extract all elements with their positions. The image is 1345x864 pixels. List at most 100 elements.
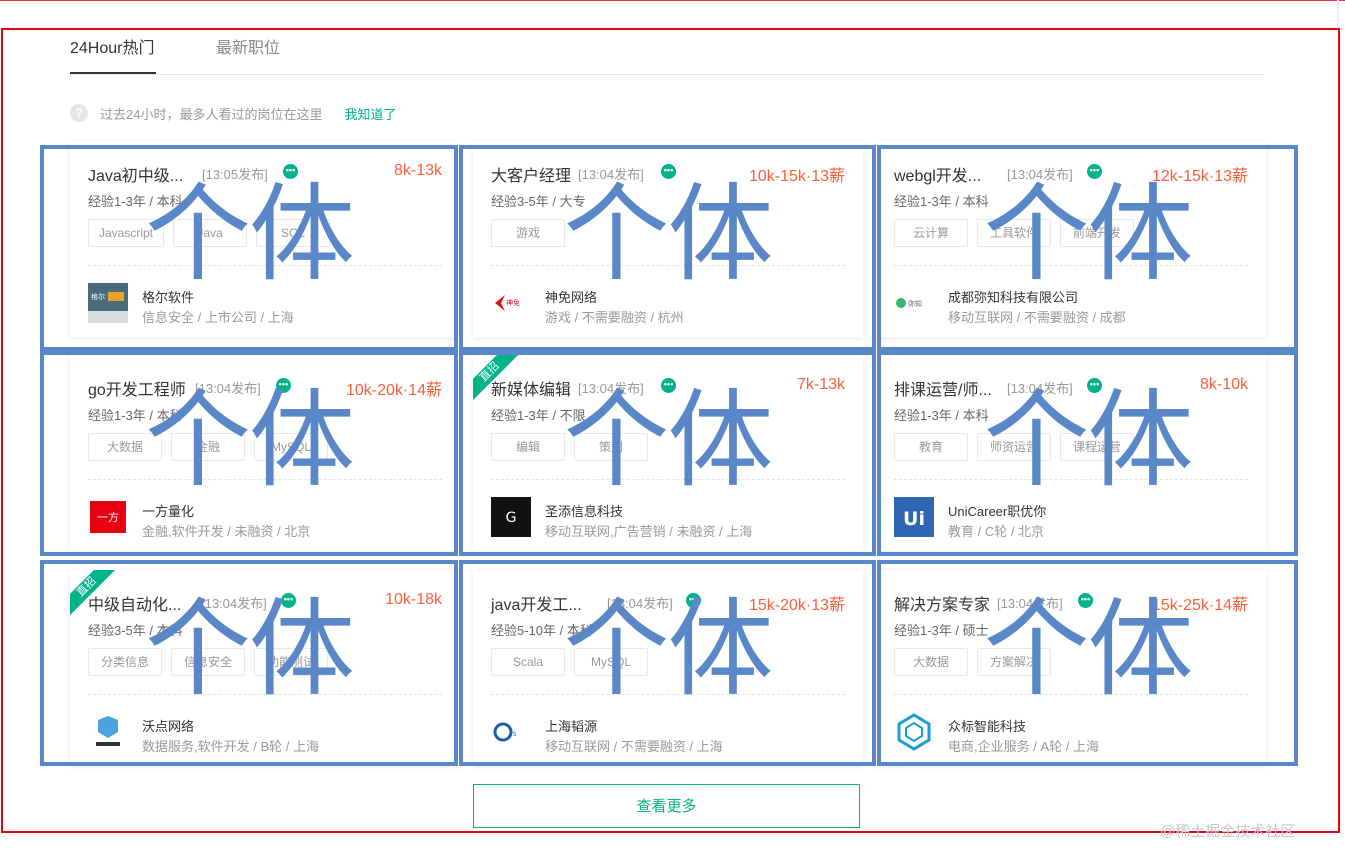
company-name[interactable]: 圣添信息科技 [545, 501, 623, 520]
job-title-row: 排课运营/师... [13:04发布] ••• 8k-10k [894, 376, 1248, 400]
got-it-link[interactable]: 我知道了 [344, 104, 396, 123]
company-logo[interactable]: G [491, 497, 531, 537]
job-title[interactable]: webgl开发... [894, 162, 981, 186]
job-tag: 课程运营 [1060, 433, 1134, 461]
chat-icon[interactable]: ••• [283, 164, 298, 179]
company-info: 电商,企业服务 / A轮 / 上海 [948, 739, 1099, 754]
chat-icon[interactable]: ••• [281, 593, 296, 608]
chat-icon[interactable]: ••• [1087, 164, 1102, 179]
tip-text: 过去24小时，最多人看过的岗位在这里 [100, 106, 323, 122]
job-title-row: webgl开发... [13:04发布] ••• 12k-15k·13薪 [894, 162, 1248, 186]
company-name[interactable]: 神免网络 [545, 287, 597, 306]
job-requirements: 经验1-3年 / 不限 [491, 408, 586, 423]
view-more-button[interactable]: 查看更多 [473, 784, 860, 828]
tab-24hour-hot[interactable]: 24Hour热门 [70, 38, 157, 74]
tip-bar: ? 过去24小时，最多人看过的岗位在这里 我知道了 [70, 103, 396, 123]
divider [88, 479, 442, 480]
job-card[interactable]: 解决方案专家 [13:04发布] ••• 15k-25k·14薪 经验1-3年 … [876, 570, 1266, 766]
chat-icon[interactable]: ••• [1087, 378, 1102, 393]
job-tag: 云计算 [894, 219, 968, 247]
job-card[interactable]: Java初中级... [13:05发布] ••• 8k-13k 经验1-3年 /… [70, 141, 460, 337]
job-title-row: 解决方案专家 [13:04发布] ••• 15k-25k·14薪 [894, 591, 1248, 615]
company-name[interactable]: UniCareer职优你 [948, 501, 1046, 520]
job-title-row: 中级自动化... [13:04发布] ••• 10k-18k [88, 591, 442, 615]
job-tags: Scala MySQL [491, 648, 648, 676]
svg-text:一方: 一方 [97, 510, 119, 524]
publish-time: [13:04发布] [578, 167, 644, 182]
publish-time: [13:04发布] [195, 381, 261, 396]
salary: 7k-13k [796, 376, 845, 393]
company-info: 金融,软件开发 / 未融资 / 北京 [142, 524, 311, 539]
job-title[interactable]: 排课运营/师... [894, 376, 992, 400]
salary: 12k-15k·13薪 [1151, 168, 1248, 185]
company-name[interactable]: 成都弥知科技有限公司 [948, 287, 1078, 306]
job-title[interactable]: 大客户经理 [491, 162, 571, 186]
job-tag: 游戏 [491, 219, 565, 247]
company-logo[interactable]: 一方 [88, 497, 128, 537]
company-logo[interactable] [894, 712, 934, 752]
company-logo[interactable] [88, 712, 128, 752]
divider [491, 479, 845, 480]
salary: 15k-25k·14薪 [1151, 597, 1248, 614]
divider [491, 265, 845, 266]
company-name[interactable]: 沃点网络 [142, 716, 194, 735]
company-logo[interactable]: 格尔 [88, 283, 128, 323]
salary: 10k-18k [385, 591, 442, 608]
job-card[interactable]: 直招 中级自动化... [13:04发布] ••• 10k-18k 经验3-5年… [70, 570, 460, 766]
job-requirements: 经验1-3年 / 本科 [88, 194, 183, 209]
salary: 15k-20k·13薪 [748, 597, 845, 614]
job-tags: 教育 师资运营 课程运营 [894, 433, 1134, 461]
job-tag: MySQL [574, 648, 648, 676]
job-tag: 分类信息 [88, 648, 162, 676]
company-name[interactable]: 格尔软件 [142, 287, 194, 306]
publish-time: [13:04发布] [607, 596, 673, 611]
publish-time: [13:04发布] [1007, 381, 1073, 396]
job-title-row: 大客户经理 [13:04发布] ••• 10k-15k·13薪 [491, 162, 845, 186]
company-info: 游戏 / 不需要融资 / 杭州 [545, 310, 684, 325]
job-requirements: 经验1-3年 / 本科 [894, 408, 989, 423]
svg-text:神免: 神免 [506, 298, 520, 307]
company-logo[interactable]: Ui [894, 497, 934, 537]
divider [88, 694, 442, 695]
job-title[interactable]: 解决方案专家 [894, 591, 990, 615]
job-title[interactable]: 新媒体编辑 [491, 376, 571, 400]
job-card[interactable]: 大客户经理 [13:04发布] ••• 10k-15k·13薪 经验3-5年 /… [473, 141, 863, 337]
job-card[interactable]: 排课运营/师... [13:04发布] ••• 8k-10k 经验1-3年 / … [876, 355, 1266, 551]
job-card[interactable]: 直招 新媒体编辑 [13:04发布] ••• 7k-13k 经验1-3年 / 不… [473, 355, 863, 551]
job-tag: Java [173, 219, 248, 247]
chat-icon[interactable]: ••• [661, 378, 676, 393]
job-title-row: java开发工... [13:04发布] ••• 15k-20k·13薪 [491, 591, 845, 615]
job-title[interactable]: Java初中级... [88, 162, 183, 186]
company-logo[interactable]: eS [491, 712, 531, 752]
chat-icon[interactable]: ••• [661, 164, 676, 179]
job-tag: 师资运营 [977, 433, 1051, 461]
chat-icon[interactable]: ••• [686, 593, 701, 608]
company-name[interactable]: 上海韬源 [545, 716, 597, 735]
job-title[interactable]: 中级自动化... [88, 591, 181, 615]
svg-text:G: G [506, 510, 517, 526]
company-logo[interactable]: 弥知 [894, 283, 934, 323]
job-tag: 信息安全 [171, 648, 245, 676]
company-info: 信息安全 / 上市公司 / 上海 [142, 310, 294, 325]
job-title[interactable]: java开发工... [491, 591, 582, 615]
chat-icon[interactable]: ••• [276, 378, 291, 393]
job-tag: 教育 [894, 433, 968, 461]
job-card[interactable]: go开发工程师 [13:04发布] ••• 10k-20k·14薪 经验1-3年… [70, 355, 460, 551]
company-name[interactable]: 一方量化 [142, 501, 194, 520]
tab-latest-jobs[interactable]: 最新职位 [216, 38, 280, 72]
svg-text:Ui: Ui [903, 508, 925, 530]
divider [894, 265, 1248, 266]
publish-time: [13:04发布] [997, 596, 1063, 611]
chat-icon[interactable]: ••• [1078, 593, 1093, 608]
job-tag: SQL [256, 219, 331, 247]
job-card[interactable]: java开发工... [13:04发布] ••• 15k-20k·13薪 经验5… [473, 570, 863, 766]
job-tag: 策划 [574, 433, 648, 461]
job-title[interactable]: go开发工程师 [88, 376, 186, 400]
job-card[interactable]: webgl开发... [13:04发布] ••• 12k-15k·13薪 经验1… [876, 141, 1266, 337]
job-tag: MySQL [254, 433, 328, 461]
company-info: 移动互联网 / 不需要融资 / 上海 [545, 739, 723, 754]
company-logo[interactable]: 神免 [491, 283, 531, 323]
company-name[interactable]: 众标智能科技 [948, 716, 1026, 735]
job-tags: 编辑 策划 [491, 433, 648, 461]
company-info: 教育 / C轮 / 北京 [948, 524, 1045, 539]
